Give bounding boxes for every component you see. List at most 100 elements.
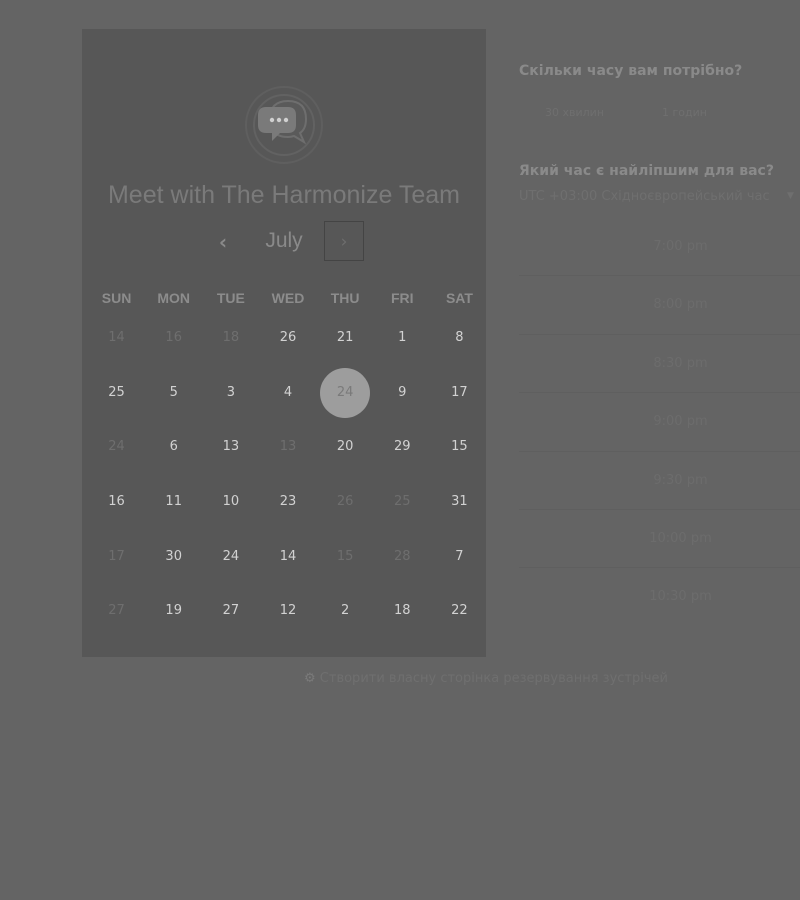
weekday-label: SAT: [445, 290, 473, 306]
calendar-cell: 2: [317, 584, 374, 639]
calendar-day: 28: [393, 548, 411, 564]
calendar-day: 27: [108, 603, 125, 619]
calendar-cell: 6: [145, 420, 202, 475]
calendar-day[interactable]: 21: [320, 313, 370, 363]
calendar-day[interactable]: 6: [149, 422, 199, 472]
calendar-day[interactable]: 22: [434, 586, 484, 636]
calendar-cell: 24: [202, 529, 259, 584]
calendar-day[interactable]: 16: [92, 477, 142, 527]
time-slot-list: 7:00 pm 8:00 pm 8:30 pm 9:00 pm 9:30 pm …: [519, 218, 800, 627]
calendar-cell: 24: [88, 420, 145, 475]
calendar-day[interactable]: 2: [320, 586, 370, 636]
chat-bubble-logo-icon: [245, 86, 323, 164]
time-slot[interactable]: 8:00 pm: [519, 276, 800, 335]
duration-option-30min[interactable]: 30 хвилин: [545, 106, 604, 119]
calendar-day[interactable]: 26: [263, 313, 313, 363]
calendar-cell: 16: [145, 311, 202, 366]
time-slot[interactable]: 10:00 pm: [519, 510, 800, 569]
calendar-day[interactable]: 13: [206, 422, 256, 472]
calendar-cell: 11: [145, 475, 202, 530]
calendar-day[interactable]: 3: [206, 368, 256, 418]
duration-option-1hour[interactable]: 1 годин: [662, 106, 707, 119]
prev-month-button[interactable]: ‹: [206, 225, 240, 259]
calendar-day[interactable]: 12: [263, 586, 313, 636]
time-slot[interactable]: 10:30 pm: [519, 568, 800, 626]
calendar-day[interactable]: 9: [377, 368, 427, 418]
calendar-day[interactable]: 11: [149, 477, 199, 527]
calendar-cell: 29: [374, 420, 431, 475]
calendar-day[interactable]: 5: [149, 368, 199, 418]
calendar-day-selected[interactable]: 24: [320, 367, 371, 418]
calendar-day[interactable]: 4: [263, 368, 313, 418]
calendar-day[interactable]: 17: [434, 368, 484, 418]
calendar-day[interactable]: 19: [149, 586, 199, 636]
calendar-day[interactable]: 10: [206, 477, 256, 527]
calendar-body: 14 16 18 26 21 1 8 25 5 3 4 24 9 17 24 6 13 13 20 29 15 16 11 1…: [88, 311, 488, 639]
next-month-button[interactable]: ›: [324, 221, 364, 261]
calendar-day[interactable]: 27: [206, 586, 256, 636]
calendar-cell: 27: [88, 584, 145, 639]
calendar-cell: 26: [317, 475, 374, 530]
weekday-label: FRI: [390, 290, 414, 306]
calendar-cell: 13: [202, 420, 259, 475]
weekday-label: SUN: [101, 290, 132, 306]
time-slot[interactable]: 9:00 pm: [519, 393, 800, 452]
calendar-day: 25: [393, 494, 411, 510]
calendar-cell: 24: [317, 366, 374, 421]
time-slot[interactable]: 7:00 pm: [519, 218, 800, 277]
calendar-day: 26: [336, 494, 354, 510]
calendar-day: 24: [108, 439, 125, 455]
weekday-label: THU: [330, 290, 360, 306]
page-title: Meet with The Harmonize Team: [107, 181, 460, 209]
calendar-cell: 16: [88, 475, 145, 530]
calendar-day[interactable]: 31: [434, 477, 484, 527]
calendar-day[interactable]: 25: [92, 368, 142, 418]
calendar-day: 13: [279, 439, 297, 455]
calendar-day[interactable]: 23: [263, 477, 313, 527]
calendar-day: 14: [108, 330, 125, 346]
calendar-cell: 7: [431, 529, 488, 584]
calendar-cell: 14: [88, 311, 145, 366]
time-slot[interactable]: 9:30 pm: [519, 452, 800, 510]
chevron-down-icon: ▼: [787, 191, 794, 201]
calendar-day: 18: [222, 330, 240, 346]
month-label: July: [265, 229, 303, 252]
create-booking-page-link[interactable]: ⚙ Створити власну сторінка резервування …: [304, 671, 668, 686]
calendar-day[interactable]: 7: [434, 532, 484, 582]
calendar-day: 16: [165, 330, 182, 346]
duration-question: Скільки часу вам потрібно?: [519, 63, 743, 79]
calendar-day[interactable]: 30: [149, 532, 199, 582]
calendar-cell: 28: [374, 529, 431, 584]
calendar-cell: 25: [374, 475, 431, 530]
calendar-cell: 17: [88, 529, 145, 584]
calendar-cell: 19: [145, 584, 202, 639]
timezone-select[interactable]: UTC +03:00 Східноєвропейський час: [519, 189, 800, 204]
weekday-label: TUE: [216, 290, 245, 306]
calendar-day[interactable]: 29: [377, 422, 427, 472]
calendar-day[interactable]: 18: [377, 586, 427, 636]
calendar-day[interactable]: 8: [434, 313, 484, 363]
calendar-day[interactable]: 15: [434, 422, 484, 472]
calendar-cell: 9: [374, 366, 431, 421]
calendar-cell: 4: [259, 366, 316, 421]
calendar-cell: 3: [202, 366, 259, 421]
calendar-day[interactable]: 14: [263, 532, 313, 582]
calendar-week-row: 14 16 18 26 21 1 8: [88, 311, 488, 366]
calendar-cell: 27: [202, 584, 259, 639]
time-question: Який час є найліпшим для вас?: [519, 163, 774, 179]
calendar-day: 17: [108, 548, 125, 564]
calendar-week-row: 27 19 27 12 2 18 22: [88, 584, 488, 639]
calendar-week-row: 25 5 3 4 24 9 17: [88, 366, 488, 421]
calendar-cell: 18: [374, 584, 431, 639]
calendar-cell: 26: [259, 311, 316, 366]
calendar-day[interactable]: 24: [206, 532, 256, 582]
time-slot[interactable]: 8:30 pm: [519, 335, 800, 394]
calendar-cell: 18: [202, 311, 259, 366]
calendar-cell: 21: [317, 311, 374, 366]
calendar-cell: 22: [431, 584, 488, 639]
calendar-day[interactable]: 1: [377, 313, 427, 363]
calendar-cell: 25: [88, 366, 145, 421]
calendar-cell: 15: [431, 420, 488, 475]
calendar-day[interactable]: 20: [320, 422, 370, 472]
calendar-cell: 17: [431, 366, 488, 421]
